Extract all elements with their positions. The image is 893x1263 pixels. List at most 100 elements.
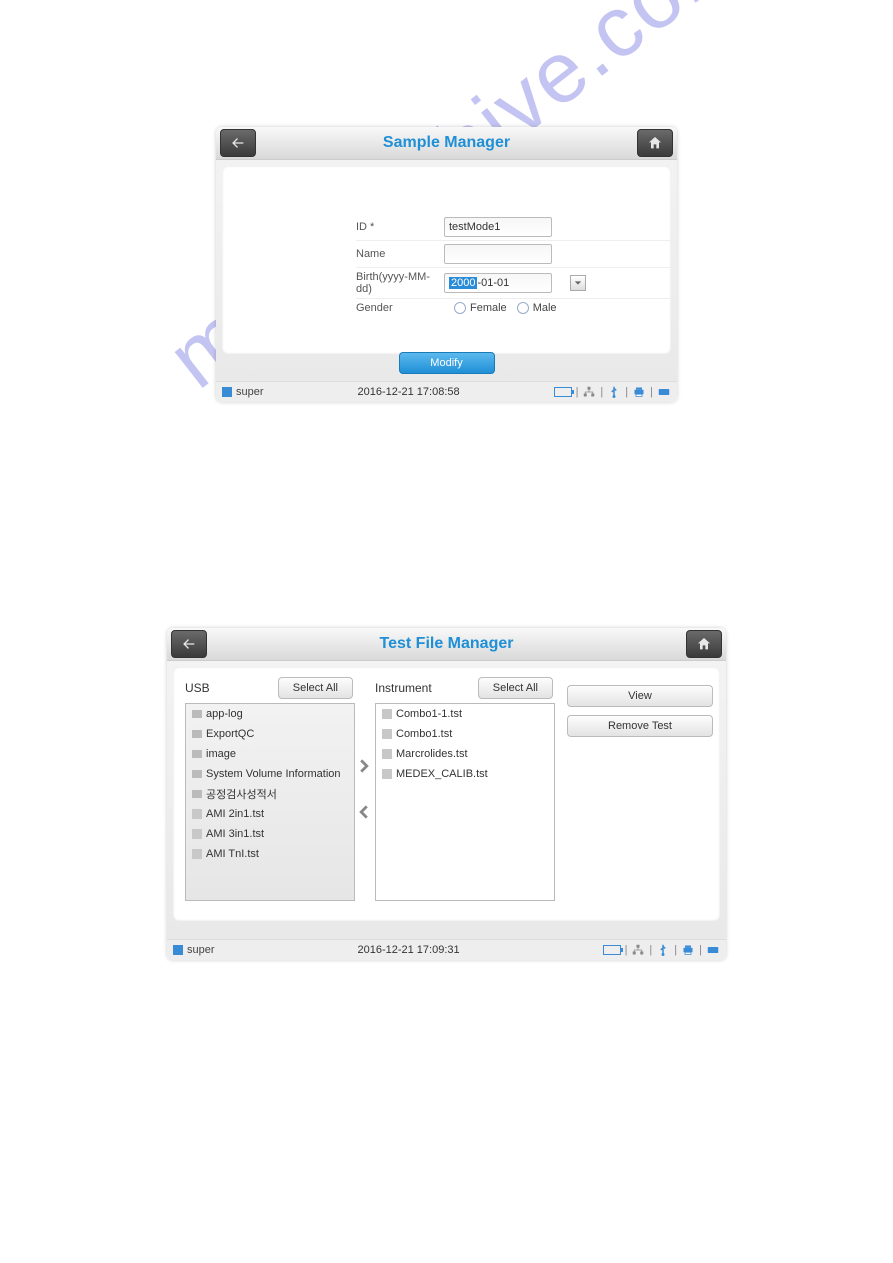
folder-icon: [192, 770, 202, 778]
female-label: Female: [470, 302, 507, 314]
row-id: ID *: [356, 214, 677, 241]
list-item-label: 공정검사성적서: [206, 786, 277, 802]
list-item[interactable]: System Volume Information: [186, 764, 354, 784]
statusbar: super 2016-12-21 17:09:31 | | | |: [167, 939, 726, 960]
user-icon: [173, 945, 183, 955]
instrument-label: Instrument: [375, 681, 432, 695]
list-item[interactable]: Combo1-1.tst: [376, 704, 554, 724]
home-icon: [647, 135, 663, 151]
list-item-label: AMI 3in1.tst: [206, 828, 264, 840]
network-icon: [582, 386, 596, 398]
gender-label: Gender: [356, 302, 444, 314]
home-button[interactable]: [637, 129, 673, 157]
usb-label: USB: [185, 681, 210, 695]
titlebar: Sample Manager: [216, 127, 677, 160]
list-item-label: image: [206, 748, 236, 760]
test-file-manager-window: Test File Manager USB Select All app-log…: [167, 628, 726, 960]
list-item-label: Marcrolides.tst: [396, 748, 468, 760]
list-item-label: AMI TnI.tst: [206, 848, 259, 860]
birth-label: Birth(yyyy-MM-dd): [356, 271, 444, 295]
row-birth: Birth(yyyy-MM-dd) 2000 -01-01: [356, 268, 677, 299]
list-item[interactable]: AMI 3in1.tst: [186, 824, 354, 844]
back-button[interactable]: [171, 630, 207, 658]
status-icons: | | | |: [554, 386, 671, 398]
folder-icon: [192, 710, 202, 718]
status-user: super: [187, 944, 215, 956]
list-item[interactable]: ExportQC: [186, 724, 354, 744]
home-icon: [696, 636, 712, 652]
radio-male[interactable]: [517, 302, 529, 314]
row-name: Name: [356, 241, 677, 268]
birth-year-selected: 2000: [449, 277, 477, 289]
row-gender: Gender Female Male: [356, 299, 677, 317]
id-label: ID *: [356, 221, 444, 233]
keyboard-icon: [706, 944, 720, 956]
folder-icon: [192, 730, 202, 738]
list-item[interactable]: AMI 2in1.tst: [186, 804, 354, 824]
file-icon: [382, 769, 392, 779]
file-icon: [382, 749, 392, 759]
gender-group: Female Male: [444, 302, 557, 314]
folder-icon: [192, 790, 202, 798]
back-arrow-icon: [230, 135, 246, 151]
remove-test-button[interactable]: Remove Test: [567, 715, 713, 737]
usb-icon: [607, 386, 621, 398]
name-label: Name: [356, 248, 444, 260]
usb-listbox[interactable]: app-log ExportQC image System Volume Inform…: [185, 703, 355, 901]
instrument-column: Instrument Select All Combo1-1.tstCombo1…: [375, 677, 553, 901]
window-title: Sample Manager: [256, 134, 637, 152]
birth-input[interactable]: 2000 -01-01: [444, 273, 552, 293]
birth-dropdown[interactable]: [570, 275, 586, 291]
list-item-label: System Volume Information: [206, 768, 341, 780]
move-right-button[interactable]: [355, 757, 373, 775]
radio-female[interactable]: [454, 302, 466, 314]
back-button[interactable]: [220, 129, 256, 157]
status-timestamp: 2016-12-21 17:08:58: [264, 386, 554, 398]
list-item[interactable]: Marcrolides.tst: [376, 744, 554, 764]
battery-icon: [603, 945, 621, 955]
list-item[interactable]: image: [186, 744, 354, 764]
status-icons: | | | |: [603, 944, 720, 956]
file-panel: USB Select All app-log ExportQC image Syste…: [173, 667, 720, 921]
modify-button[interactable]: Modify: [399, 352, 495, 374]
form-panel: ID * Name Birth(yyyy-MM-dd) 2000 -01-01 …: [222, 166, 671, 354]
name-input[interactable]: [444, 244, 552, 264]
status-user: super: [236, 386, 264, 398]
battery-icon: [554, 387, 572, 397]
usb-icon: [656, 944, 670, 956]
file-icon: [192, 809, 202, 819]
list-item-label: Combo1-1.tst: [396, 708, 462, 720]
sample-manager-window: Sample Manager ID * Name Birth(yyyy-MM-d…: [216, 127, 677, 402]
list-item[interactable]: MEDEX_CALIB.tst: [376, 764, 554, 784]
action-buttons: View Remove Test: [567, 651, 697, 901]
statusbar: super 2016-12-21 17:08:58 | | | |: [216, 381, 677, 402]
folder-icon: [192, 750, 202, 758]
file-icon: [382, 729, 392, 739]
usb-column: USB Select All app-log ExportQC image Syste…: [185, 677, 353, 901]
file-icon: [192, 829, 202, 839]
list-item-label: ExportQC: [206, 728, 254, 740]
list-item[interactable]: Combo1.tst: [376, 724, 554, 744]
birth-rest: -01-01: [477, 277, 513, 289]
list-item-label: Combo1.tst: [396, 728, 452, 740]
list-item[interactable]: 공정검사성적서: [186, 784, 354, 804]
chevron-left-icon: [357, 805, 371, 819]
usb-select-all-button[interactable]: Select All: [278, 677, 353, 699]
back-arrow-icon: [181, 636, 197, 652]
printer-icon: [632, 386, 646, 398]
instrument-select-all-button[interactable]: Select All: [478, 677, 553, 699]
list-item-label: MEDEX_CALIB.tst: [396, 768, 488, 780]
instrument-listbox[interactable]: Combo1-1.tst Combo1.tst Marcrolides.tst MED…: [375, 703, 555, 901]
move-left-button[interactable]: [355, 803, 373, 821]
network-icon: [631, 944, 645, 956]
list-item[interactable]: app-log: [186, 704, 354, 724]
list-item-label: AMI 2in1.tst: [206, 808, 264, 820]
file-icon: [382, 709, 392, 719]
user-icon: [222, 387, 232, 397]
chevron-down-icon: [574, 279, 582, 287]
view-button[interactable]: View: [567, 685, 713, 707]
printer-icon: [681, 944, 695, 956]
chevron-right-icon: [357, 759, 371, 773]
id-input[interactable]: [444, 217, 552, 237]
list-item[interactable]: AMI TnI.tst: [186, 844, 354, 864]
